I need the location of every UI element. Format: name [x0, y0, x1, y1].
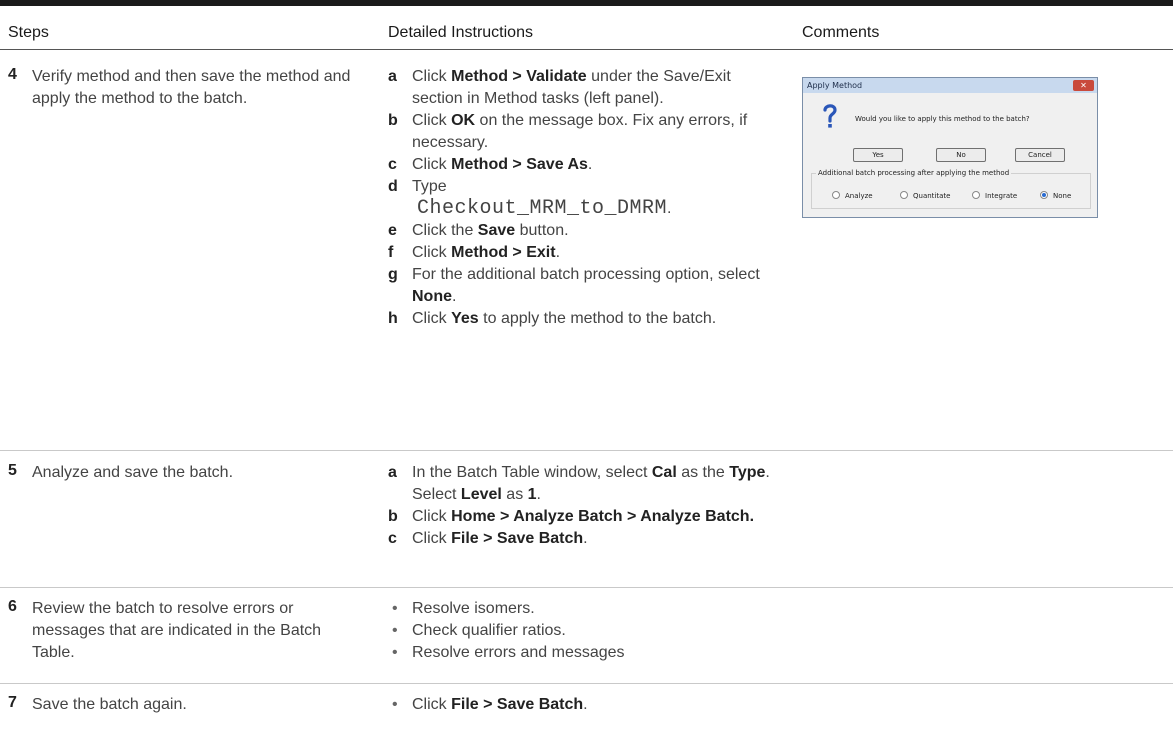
bullet-icon: • [392, 622, 398, 639]
list-item: e Click the Save button. [388, 220, 783, 242]
radio-icon [832, 191, 840, 199]
cancel-button[interactable]: Cancel [1015, 148, 1065, 162]
no-button[interactable]: No [936, 148, 986, 162]
step-number: 6 [8, 598, 17, 615]
step-number: 7 [8, 694, 17, 711]
list-item: f Click Method > Exit. [388, 242, 783, 264]
radio-none[interactable]: None [1040, 191, 1071, 200]
list-item: d Type Checkout_MRM_to_DMRM. [388, 178, 672, 220]
item-marker: b [388, 508, 398, 525]
dialog-titlebar: Apply Method ✕ [803, 78, 1097, 93]
bullet-list: • Resolve isomers. • Check qualifier ratio… [388, 598, 783, 664]
list-item: • Check qualifier ratios. [388, 620, 783, 642]
radio-icon [900, 191, 908, 199]
dialog-title: Apply Method [807, 81, 863, 90]
list-item: • Click File > Save Batch. [388, 694, 783, 716]
step-number: 4 [8, 66, 17, 83]
list-item: b Click Home > Analyze Batch > Analyze B… [388, 506, 783, 528]
item-marker: e [388, 222, 397, 239]
list-item: b Click OK on the message box. Fix any e… [388, 112, 748, 151]
step-number: 5 [8, 462, 17, 479]
step-text: Verify method and then save the method a… [32, 68, 351, 107]
list-item: g For the additional batch processing op… [388, 266, 760, 305]
step-text: Review the batch to resolve errors or me… [32, 600, 322, 661]
detail-list: a Click Method > Validate under the Save… [388, 66, 783, 330]
header-rule [0, 49, 1173, 50]
list-item: • Resolve errors and messages [388, 642, 783, 664]
yes-button[interactable]: Yes [853, 148, 903, 162]
item-marker: h [388, 310, 398, 327]
list-item: a In the Batch Table window, select Cal … [388, 464, 770, 503]
radio-integrate[interactable]: Integrate [972, 191, 1017, 200]
question-icon [823, 104, 837, 128]
dialog-message: Would you like to apply this method to t… [855, 115, 1030, 123]
apply-method-dialog: Apply Method ✕ Would you like to apply t… [802, 77, 1098, 218]
row-divider [0, 587, 1173, 588]
close-icon[interactable]: ✕ [1073, 80, 1094, 91]
list-item: h Click Yes to apply the method to the b… [388, 308, 783, 330]
item-marker: g [388, 266, 398, 283]
list-item: c Click Method > Save As. [388, 154, 783, 176]
radio-icon [972, 191, 980, 199]
list-item: c Click File > Save Batch. [388, 528, 783, 550]
bullet-icon: • [392, 644, 398, 661]
item-marker: b [388, 112, 398, 129]
radio-selected-icon [1040, 191, 1048, 199]
list-item: a Click Method > Validate under the Save… [388, 68, 731, 107]
item-marker: a [388, 464, 397, 481]
header-detailed-instructions: Detailed Instructions [388, 24, 533, 41]
radio-quantitate[interactable]: Quantitate [900, 191, 950, 200]
detail-list: a In the Batch Table window, select Cal … [388, 462, 783, 550]
item-marker: a [388, 68, 397, 85]
step-text: Save the batch again. [32, 696, 187, 713]
bullet-list: • Click File > Save Batch. [388, 694, 783, 716]
item-marker: c [388, 156, 397, 173]
radio-analyze[interactable]: Analyze [832, 191, 873, 200]
batch-processing-group: Additional batch processing after applyi… [811, 169, 1091, 209]
step-text: Analyze and save the batch. [32, 464, 234, 481]
method-filename: Checkout_MRM_to_DMRM [417, 197, 668, 220]
row-divider [0, 683, 1173, 684]
item-marker: d [388, 178, 398, 195]
bullet-icon: • [392, 600, 398, 617]
item-marker: f [388, 244, 394, 261]
top-rule [0, 0, 1173, 6]
list-item: • Resolve isomers. [388, 598, 783, 620]
header-steps: Steps [8, 24, 49, 41]
item-marker: c [388, 530, 397, 547]
header-comments: Comments [802, 24, 880, 41]
bullet-icon: • [392, 696, 398, 713]
row-divider [0, 450, 1173, 451]
group-label: Additional batch processing after applyi… [816, 169, 1012, 177]
